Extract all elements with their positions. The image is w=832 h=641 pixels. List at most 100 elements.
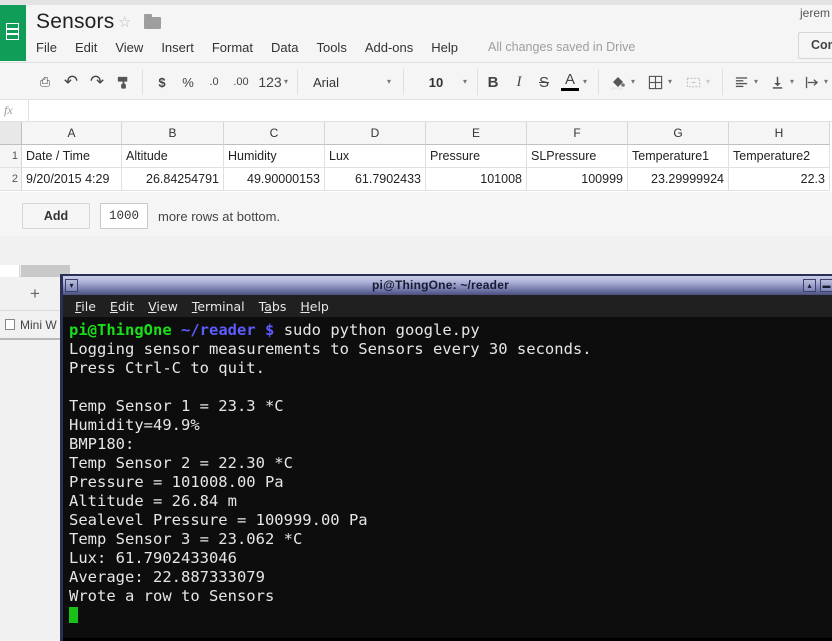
menu-view[interactable]: View: [106, 38, 152, 58]
cell-d1[interactable]: Lux: [325, 145, 426, 168]
terminal-title: pi@ThingOne: ~/reader: [80, 276, 801, 295]
terminal-line: BMP180:: [69, 435, 134, 453]
text-color-chevron-down-icon[interactable]: ▾: [583, 77, 587, 86]
select-all-corner[interactable]: [0, 122, 22, 145]
currency-format-button[interactable]: $: [152, 71, 172, 93]
cell-c1[interactable]: Humidity: [224, 145, 325, 168]
terminal-menu-tabs[interactable]: Tabs: [259, 299, 287, 314]
page-title[interactable]: Sensors: [36, 10, 114, 34]
add-rows-count-input[interactable]: 1000: [100, 203, 148, 229]
borders-chevron-down-icon[interactable]: ▾: [668, 77, 672, 86]
vertical-align-chevron-down-icon[interactable]: ▾: [790, 77, 794, 86]
increase-decimal-button[interactable]: .00: [228, 71, 254, 93]
cell-a1[interactable]: Date / Time: [22, 145, 122, 168]
bold-button[interactable]: B: [484, 71, 502, 93]
maximize-icon[interactable]: ▬: [820, 279, 832, 292]
text-wrap-chevron-down-icon[interactable]: ▾: [824, 77, 828, 86]
terminal-title-bar[interactable]: ▾ pi@ThingOne: ~/reader ▴ ▬: [63, 276, 832, 295]
column-header-c[interactable]: C: [224, 122, 325, 145]
cell-a2[interactable]: 9/20/2015 4:29: [22, 168, 122, 191]
redo-icon[interactable]: ↷: [86, 71, 108, 93]
terminal-line: Lux: 61.7902433046: [69, 549, 237, 567]
cell-g2[interactable]: 23.29999924: [628, 168, 729, 191]
menu-insert[interactable]: Insert: [152, 38, 203, 58]
column-header-g[interactable]: G: [628, 122, 729, 145]
borders-icon[interactable]: [644, 71, 666, 93]
font-family-chevron-down-icon[interactable]: ▾: [387, 77, 391, 86]
cell-b2[interactable]: 26.84254791: [122, 168, 224, 191]
align-left-icon[interactable]: [730, 71, 752, 93]
column-header-h[interactable]: H: [729, 122, 830, 145]
sheets-logo-glyph: [6, 23, 19, 40]
decrease-decimal-button[interactable]: .0: [202, 71, 226, 93]
font-family-select[interactable]: Arial: [308, 70, 396, 94]
terminal-line: Average: 22.887333079: [69, 568, 265, 586]
percent-format-button[interactable]: %: [178, 71, 198, 93]
browser-tab[interactable]: [0, 265, 20, 277]
text-wrap-icon[interactable]: [800, 71, 822, 93]
column-header-f[interactable]: F: [527, 122, 628, 145]
print-icon[interactable]: ⎙: [34, 71, 56, 93]
cell-e2[interactable]: 101008: [426, 168, 527, 191]
terminal-menu-help[interactable]: Help: [300, 299, 329, 314]
window-menu-icon[interactable]: ▾: [65, 279, 78, 292]
column-header-b[interactable]: B: [122, 122, 224, 145]
cell-e1[interactable]: Pressure: [426, 145, 527, 168]
add-rows-button[interactable]: Add: [22, 203, 90, 229]
formula-bar[interactable]: fx: [0, 100, 832, 122]
terminal-line: Temp Sensor 3 = 23.062 *C: [69, 530, 302, 548]
cell-g1[interactable]: Temperature1: [628, 145, 729, 168]
italic-button[interactable]: I: [510, 71, 528, 93]
column-header-e[interactable]: E: [426, 122, 527, 145]
font-size-select[interactable]: 10: [414, 70, 458, 94]
terminal-menu-edit[interactable]: Edit: [110, 299, 134, 314]
cell-h2[interactable]: 22.3: [729, 168, 830, 191]
align-chevron-down-icon[interactable]: ▾: [754, 77, 758, 86]
cell-f1[interactable]: SLPressure: [527, 145, 628, 168]
font-size-chevron-down-icon[interactable]: ▾: [463, 77, 467, 86]
merge-cells-chevron-down-icon[interactable]: ▾: [706, 77, 710, 86]
spreadsheet-grid: A B C D E F G H 1 Date / Time Altitude H…: [0, 122, 832, 192]
vertical-align-icon[interactable]: [766, 71, 788, 93]
row-header-2[interactable]: 2: [0, 168, 22, 191]
terminal-window: ▾ pi@ThingOne: ~/reader ▴ ▬ File Edit Vi…: [60, 274, 832, 641]
account-name[interactable]: jerem: [800, 6, 830, 20]
number-format-button[interactable]: 123: [256, 71, 284, 93]
cell-h1[interactable]: Temperature2: [729, 145, 830, 168]
terminal-menu-terminal[interactable]: Terminal: [192, 299, 245, 314]
menu-data[interactable]: Data: [262, 38, 307, 58]
menu-help[interactable]: Help: [422, 38, 467, 58]
fill-color-icon[interactable]: [608, 71, 628, 93]
cell-d2[interactable]: 61.7902433: [325, 168, 426, 191]
cell-b1[interactable]: Altitude: [122, 145, 224, 168]
terminal-output[interactable]: pi@ThingOne ~/reader $ sudo python googl…: [63, 317, 832, 638]
menu-edit[interactable]: Edit: [66, 38, 106, 58]
strikethrough-button[interactable]: S: [535, 71, 553, 93]
toolbar: ⎙ ↶ ↷ $ % .0 .00 123 ▾ Arial ▾ 10 ▾: [0, 62, 832, 100]
cell-f2[interactable]: 100999: [527, 168, 628, 191]
fill-color-chevron-down-icon[interactable]: ▾: [631, 77, 635, 86]
menu-file[interactable]: File: [36, 38, 66, 58]
column-header-a[interactable]: A: [22, 122, 122, 145]
menu-addons[interactable]: Add-ons: [356, 38, 422, 58]
row-header-1[interactable]: 1: [0, 145, 22, 168]
toolbar-divider: [477, 69, 478, 95]
bookmark-label: Mini W: [20, 318, 57, 332]
minimize-icon[interactable]: ▴: [803, 279, 816, 292]
merge-cells-icon[interactable]: [682, 71, 704, 93]
terminal-menu-view[interactable]: View: [148, 299, 178, 314]
terminal-prompt-path: ~/reader: [181, 321, 256, 339]
column-header-d[interactable]: D: [325, 122, 426, 145]
terminal-menu-file[interactable]: File: [75, 299, 96, 314]
cell-c2[interactable]: 49.90000153: [224, 168, 325, 191]
text-color-button[interactable]: A: [561, 71, 579, 91]
sheets-logo-icon[interactable]: [0, 5, 26, 61]
menu-format[interactable]: Format: [203, 38, 262, 58]
paint-format-icon[interactable]: [112, 71, 134, 93]
undo-icon[interactable]: ↶: [60, 71, 82, 93]
number-format-chevron-down-icon[interactable]: ▾: [284, 77, 288, 86]
comments-button[interactable]: Com: [798, 32, 832, 59]
folder-icon[interactable]: [144, 17, 161, 29]
star-icon[interactable]: ☆: [118, 15, 131, 30]
menu-tools[interactable]: Tools: [307, 38, 355, 58]
